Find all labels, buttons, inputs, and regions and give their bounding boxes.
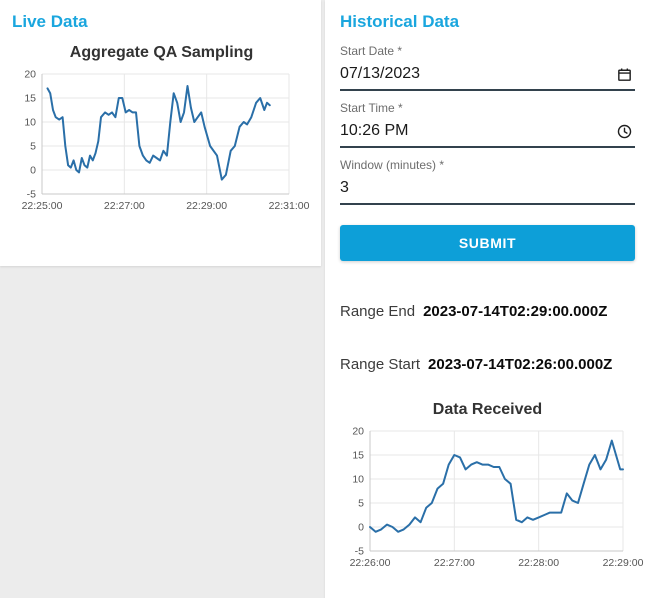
- svg-text:22:26:00: 22:26:00: [350, 557, 391, 569]
- svg-text:22:29:00: 22:29:00: [186, 200, 227, 212]
- start-date-value[interactable]: 07/13/2023: [340, 65, 420, 83]
- range-start-value: 2023-07-14T02:26:00.000Z: [428, 356, 613, 373]
- start-time-input[interactable]: 10:26 PM: [340, 117, 635, 148]
- live-chart: 22:25:00 22:27:00 22:29:00 22:31:00 -5 0 5 10 15…: [22, 69, 310, 213]
- svg-text:15: 15: [352, 450, 364, 462]
- submit-button[interactable]: SUBMIT: [340, 225, 635, 261]
- svg-text:5: 5: [358, 498, 364, 510]
- range-end-label: Range End: [340, 303, 416, 320]
- range-end-row: Range End 2023-07-14T02:29:00.000Z: [340, 303, 635, 320]
- live-chart-block: Aggregate QA Sampling 22:25:00 22:27:00 22…: [12, 44, 311, 220]
- window-minutes-label: Window (minutes) *: [340, 158, 445, 172]
- svg-text:-5: -5: [27, 189, 36, 201]
- live-data-title: Live Data: [12, 12, 88, 31]
- range-end-value: 2023-07-14T02:29:00.000Z: [423, 303, 608, 320]
- start-time-field[interactable]: Start Time * 10:26 PM: [340, 101, 635, 148]
- historical-chart-title: Data Received: [432, 401, 543, 418]
- start-time-value[interactable]: 10:26 PM: [340, 122, 408, 140]
- svg-text:5: 5: [30, 141, 36, 153]
- start-time-label: Start Time *: [340, 101, 403, 115]
- start-date-label: Start Date *: [340, 44, 403, 58]
- window-minutes-value[interactable]: 3: [340, 179, 349, 197]
- svg-text:22:25:00: 22:25:00: [22, 200, 63, 212]
- svg-text:10: 10: [24, 117, 36, 129]
- svg-text:22:29:00: 22:29:00: [603, 557, 644, 569]
- range-start-row: Range Start 2023-07-14T02:26:00.000Z: [340, 356, 635, 373]
- svg-text:0: 0: [358, 522, 364, 534]
- start-date-input[interactable]: 07/13/2023: [340, 60, 635, 91]
- range-start-label: Range Start: [340, 356, 421, 373]
- svg-text:20: 20: [352, 426, 364, 438]
- historical-chart-block: Data Received 22:26:00 22:27:00 22:28:00 22…: [340, 401, 644, 577]
- window-minutes-field[interactable]: Window (minutes) * 3: [340, 158, 635, 205]
- calendar-icon[interactable]: [616, 66, 633, 83]
- svg-text:0: 0: [30, 165, 36, 177]
- start-date-field[interactable]: Start Date * 07/13/2023: [340, 44, 635, 91]
- svg-text:20: 20: [24, 69, 36, 81]
- svg-text:22:28:00: 22:28:00: [518, 557, 559, 569]
- svg-text:22:27:00: 22:27:00: [434, 557, 475, 569]
- live-data-panel: Live Data Aggregate QA Sampling 22:25:00…: [0, 0, 321, 266]
- clock-icon[interactable]: [616, 123, 633, 140]
- window-minutes-input[interactable]: 3: [340, 174, 635, 205]
- svg-text:22:31:00: 22:31:00: [269, 200, 310, 212]
- historical-data-title: Historical Data: [340, 12, 460, 31]
- svg-text:-5: -5: [355, 546, 364, 558]
- historical-chart: 22:26:00 22:27:00 22:28:00 22:29:00 -5 0 5 10 15…: [350, 426, 644, 570]
- svg-text:15: 15: [24, 93, 36, 105]
- svg-text:10: 10: [352, 474, 364, 486]
- live-chart-title: Aggregate QA Sampling: [69, 44, 254, 61]
- svg-text:22:27:00: 22:27:00: [104, 200, 145, 212]
- historical-data-panel: Historical Data Start Date * 07/13/2023 …: [325, 0, 650, 598]
